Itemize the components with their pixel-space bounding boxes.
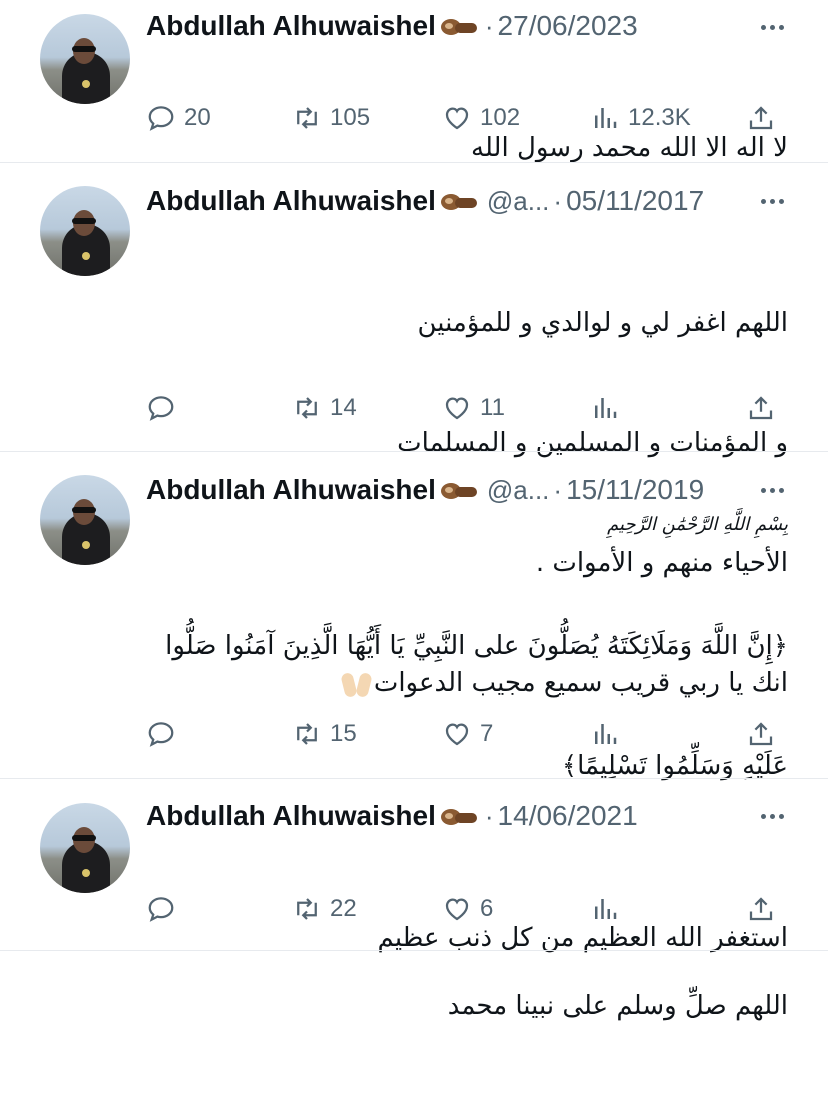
views-icon — [595, 108, 617, 128]
reply-icon — [148, 722, 174, 747]
reply-button[interactable]: 20 — [146, 98, 211, 138]
tweet-date[interactable]: 15/11/2019 — [566, 474, 704, 506]
reply-icon — [148, 897, 174, 922]
otter-emoji — [439, 803, 479, 829]
share-button[interactable] — [746, 98, 776, 138]
retweet-icon — [297, 107, 317, 129]
more-icon[interactable] — [752, 12, 792, 42]
views-count: 12.3K — [628, 104, 691, 131]
retweet-button[interactable]: 14 — [292, 388, 357, 428]
more-icon[interactable] — [752, 186, 792, 216]
views-icon — [595, 724, 617, 744]
retweet-count: 15 — [330, 720, 357, 747]
like-icon — [445, 107, 469, 130]
tweet[interactable]: Abdullah Alhuwaishel @a... · 05/11/2017 … — [0, 163, 828, 698]
author-handle[interactable]: @a... — [487, 186, 550, 217]
reply-button[interactable] — [146, 889, 176, 929]
more-icon[interactable] — [752, 475, 792, 505]
views-icon — [595, 899, 617, 919]
like-button[interactable]: 6 — [442, 889, 493, 929]
tweet-divider — [0, 950, 828, 951]
author-name[interactable]: Abdullah Alhuwaishel — [146, 10, 436, 42]
like-count: 11 — [480, 394, 505, 421]
avatar[interactable] — [40, 14, 130, 104]
reply-count: 20 — [184, 104, 211, 131]
share-icon — [749, 897, 773, 921]
tweet[interactable]: Abdullah Alhuwaishel · 27/06/2023 لا اله… — [0, 0, 828, 163]
reply-button[interactable] — [146, 714, 176, 754]
like-button[interactable]: 7 — [442, 714, 493, 754]
more-icon[interactable] — [752, 801, 792, 831]
share-icon — [749, 396, 773, 420]
retweet-icon — [297, 397, 317, 419]
retweet-button[interactable]: 15 — [292, 714, 357, 754]
bismillah-calligraphy: بِسْمِ اللَّهِ الرَّحْمَٰنِ الرَّحِيمِ — [607, 514, 788, 535]
retweet-icon — [297, 898, 317, 920]
tweet[interactable]: Abdullah Alhuwaishel · 14/06/2021 استغفر… — [0, 779, 828, 953]
otter-emoji — [439, 477, 479, 503]
views-button[interactable]: 12.3K — [590, 98, 691, 138]
views-button[interactable] — [590, 889, 620, 929]
share-button[interactable] — [746, 388, 776, 428]
like-icon — [445, 723, 469, 746]
otter-emoji — [439, 188, 479, 214]
like-button[interactable]: 102 — [442, 98, 520, 138]
share-icon — [749, 106, 773, 130]
share-button[interactable] — [746, 889, 776, 929]
tweet-date[interactable]: 05/11/2017 — [566, 185, 704, 217]
author-name[interactable]: Abdullah Alhuwaishel — [146, 800, 436, 832]
share-icon — [749, 722, 773, 746]
avatar[interactable] — [40, 186, 130, 276]
avatar[interactable] — [40, 475, 130, 565]
views-icon — [595, 398, 617, 418]
reply-button[interactable] — [146, 388, 176, 428]
author-handle[interactable]: @a... — [487, 475, 550, 506]
retweet-button[interactable]: 105 — [292, 98, 370, 138]
author-name[interactable]: Abdullah Alhuwaishel — [146, 474, 436, 506]
like-count: 7 — [480, 720, 494, 747]
share-button[interactable] — [746, 714, 776, 754]
retweet-button[interactable]: 22 — [292, 889, 357, 929]
tweet[interactable]: Abdullah Alhuwaishel @a... · 15/11/2019 … — [0, 452, 828, 1021]
retweet-count: 105 — [330, 104, 371, 131]
like-button[interactable]: 11 — [442, 388, 505, 428]
otter-emoji — [439, 13, 479, 39]
reply-icon — [148, 396, 174, 421]
tweet-actions: 20 105 102 12.3K — [146, 98, 786, 138]
tweet-text: استغفر الله العظيم من كل ذنب عظيم — [377, 923, 788, 953]
retweet-count: 22 — [330, 895, 357, 922]
retweet-icon — [297, 723, 317, 745]
like-icon — [445, 898, 469, 921]
tweet-actions: 15 7 — [146, 714, 786, 754]
avatar[interactable] — [40, 803, 130, 893]
views-button[interactable] — [590, 714, 620, 754]
like-count: 6 — [480, 895, 494, 922]
like-count: 102 — [480, 104, 521, 131]
reply-icon — [148, 106, 174, 131]
views-button[interactable] — [590, 388, 620, 428]
tweet-date[interactable]: 14/06/2021 — [498, 800, 638, 832]
author-name[interactable]: Abdullah Alhuwaishel — [146, 185, 436, 217]
like-icon — [445, 397, 469, 420]
tweet-actions: 22 6 — [146, 889, 786, 929]
retweet-count: 14 — [330, 394, 357, 421]
tweet-actions: 14 11 — [146, 388, 786, 428]
tweet-date[interactable]: 27/06/2023 — [498, 10, 638, 42]
